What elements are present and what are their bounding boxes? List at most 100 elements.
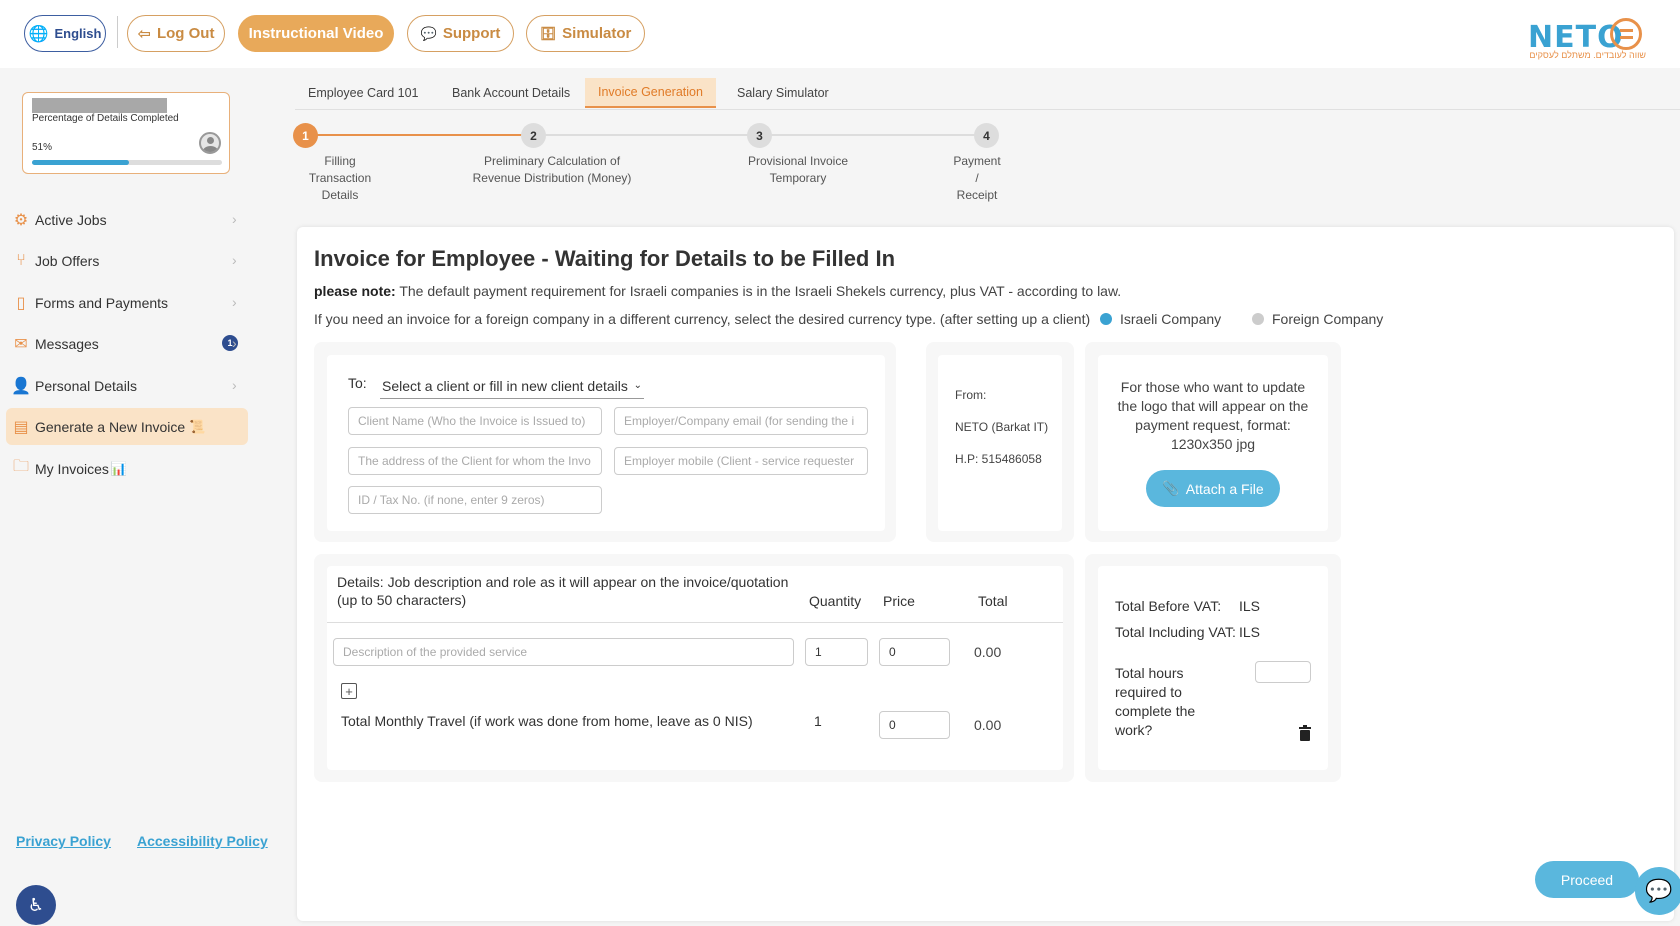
from-company: NETO (Barkat IT) (955, 420, 1049, 434)
step-label-line: Details (321, 188, 359, 202)
hours-label: Total hours required to complete the wor… (1115, 665, 1196, 738)
scroll-icon: 📜 (189, 418, 206, 434)
progress-label: Percentage of Details Completed (32, 113, 179, 124)
instructional-video-button[interactable]: Instructional Video (238, 15, 394, 52)
sidebar: Percentage of Details Completed 51% ⚙ Ac… (0, 68, 285, 926)
accessibility-button[interactable]: ♿ (16, 885, 56, 925)
chevron-right-icon: › (232, 252, 237, 268)
hours-input[interactable] (1255, 661, 1311, 683)
tab-bar: Employee Card 101 Bank Account Details I… (295, 78, 1680, 110)
step-1-circle[interactable]: 1 (293, 123, 318, 148)
travel-price-input[interactable]: 0 (879, 711, 950, 739)
neto-logo[interactable]: NETO שווה לעובדים. משתלם לעסקים (1528, 16, 1648, 62)
service-description-input[interactable]: Description of the provided service (333, 638, 794, 666)
stepper-line-done (305, 134, 533, 136)
travel-quantity: 1 (814, 713, 822, 729)
invoice-icon: ▤ (13, 418, 29, 436)
attach-file-button[interactable]: 📎 Attach a File (1146, 470, 1280, 507)
folder-icon: 🗀 (12, 458, 29, 475)
progress-bar (32, 160, 222, 165)
sidebar-item-my-invoices[interactable]: 🗀 My Invoices 📊 (6, 450, 248, 487)
tab-invoice-generation[interactable]: Invoice Generation (585, 78, 716, 108)
step-3-circle[interactable]: 3 (747, 123, 772, 148)
total-including-vat-currency: ILS (1239, 624, 1261, 640)
document-icon: ▯ (16, 294, 26, 312)
accessibility-policy-link[interactable]: Accessibility Policy (137, 833, 268, 849)
trash-icon[interactable] (1298, 725, 1312, 741)
proceed-button[interactable]: Proceed (1535, 861, 1639, 898)
chart-icon: 📊 (110, 460, 128, 476)
chevron-right-icon: › (232, 377, 237, 393)
sidebar-item-forms-and-payments[interactable]: ▯ Forms and Payments › (6, 284, 248, 321)
user-icon: 👤 (11, 377, 31, 395)
from-hp: H.P: 515486058 (955, 452, 1042, 466)
client-select[interactable]: Select a client or fill in new client de… (380, 373, 644, 399)
client-address-input[interactable]: The address of the Client for whom the I… (348, 447, 602, 475)
price-input[interactable]: 0 (879, 638, 950, 666)
row-total: 0.00 (974, 644, 1002, 660)
logout-button[interactable]: ⇦ Log Out (127, 15, 225, 52)
sidebar-item-label: My Invoices (35, 460, 109, 477)
total-before-vat-label: Total Before VAT: (1115, 598, 1222, 614)
sidebar-item-messages[interactable]: ✉ Messages 1 › (6, 325, 248, 362)
language-button[interactable]: 🌐 English (24, 15, 106, 52)
note-body: The default payment requirement for Isra… (399, 283, 1122, 299)
radio-label: Foreign Company (1272, 311, 1384, 327)
step-label-line: Preliminary Calculation of (483, 154, 621, 168)
step-label-line: Receipt (956, 188, 998, 202)
step-label-line: Provisional Invoice (747, 154, 849, 168)
chair-icon: ⑂ (16, 251, 26, 269)
simulator-button[interactable]: 🗄 Simulator (526, 15, 645, 52)
attach-file-label: Attach a File (1185, 480, 1264, 497)
privacy-policy-link[interactable]: Privacy Policy (16, 833, 111, 849)
chat-widget-button[interactable]: 💬 (1635, 867, 1680, 915)
note-text: please note: The default payment require… (314, 283, 1121, 299)
step-4-circle[interactable]: 4 (974, 123, 999, 148)
logout-icon: ⇦ (137, 25, 151, 43)
sidebar-item-label: Generate a New Invoice (35, 418, 186, 435)
tab-employee-card-101[interactable]: Employee Card 101 (295, 78, 431, 108)
support-button[interactable]: 💬 Support (407, 15, 514, 52)
top-bar: 🌐 English ⇦ Log Out Instructional Video … (0, 0, 1680, 68)
step-1-label: Filling Transaction Details (290, 153, 390, 204)
step-2-circle[interactable]: 2 (521, 123, 546, 148)
globe-icon: 🌐 (28, 25, 49, 43)
simulator-label: Simulator (562, 25, 632, 42)
sidebar-item-label: Forms and Payments (35, 294, 169, 311)
sidebar-item-generate-invoice[interactable]: ▤ Generate a New Invoice 📜 (6, 408, 248, 445)
paperclip-icon: 📎 (1162, 480, 1180, 496)
add-row-button[interactable]: + (341, 683, 357, 699)
instructional-video-label: Instructional Video (248, 25, 384, 42)
travel-label: Total Monthly Travel (if work was done f… (341, 713, 753, 729)
chat-bubble-icon: 💬 (420, 25, 437, 41)
radio-selected-icon (1100, 313, 1112, 325)
to-label: To: (348, 375, 367, 391)
progress-card: Percentage of Details Completed 51% (22, 92, 230, 174)
gear-icon: ⚙ (13, 211, 29, 229)
radio-label: Israeli Company (1120, 311, 1222, 327)
sidebar-item-active-jobs[interactable]: ⚙ Active Jobs › (6, 201, 248, 238)
step-label-line: Payment (953, 154, 1001, 168)
sidebar-item-personal-details[interactable]: 👤 Personal Details › (6, 367, 248, 404)
step-2-label: Preliminary Calculation of Revenue Distr… (452, 153, 652, 187)
step-label-line: Filling (324, 154, 356, 168)
sidebar-item-job-offers[interactable]: ⑂ Job Offers › (6, 242, 248, 279)
tab-bank-account-details[interactable]: Bank Account Details (439, 78, 583, 108)
employer-email-input[interactable]: Employer/Company email (for sending the … (614, 407, 868, 435)
avatar[interactable] (199, 132, 221, 154)
progress-value: 51% (32, 142, 53, 153)
logo-tagline: שווה לעובדים. משתלם לעסקים (1529, 50, 1646, 60)
tax-id-input[interactable]: ID / Tax No. (if none, enter 9 zeros) (348, 486, 602, 514)
radio-foreign-company[interactable]: Foreign Company (1252, 311, 1383, 327)
quantity-input[interactable]: 1 (805, 638, 868, 666)
page-title: Invoice for Employee - Waiting for Detai… (314, 246, 896, 271)
radio-israeli-company[interactable]: Israeli Company (1100, 311, 1221, 327)
step-3-label: Provisional Invoice Temporary (723, 153, 873, 187)
sidebar-item-label: Job Offers (35, 252, 100, 269)
employer-mobile-input[interactable]: Employer mobile (Client - service reques… (614, 447, 868, 475)
tab-salary-simulator[interactable]: Salary Simulator (724, 78, 842, 108)
chevron-right-icon: › (232, 335, 237, 351)
client-name-input[interactable]: Client Name (Who the Invoice is Issued t… (348, 407, 602, 435)
accessibility-icon: ♿ (27, 894, 45, 915)
logout-label: Log Out (156, 25, 215, 42)
